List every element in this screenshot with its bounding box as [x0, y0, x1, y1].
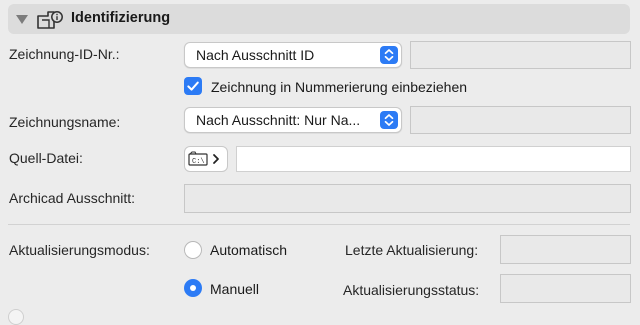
radio-automatic[interactable]: [184, 241, 202, 259]
section-title: Identifizierung: [71, 10, 171, 26]
archicad-view-label: Archicad Ausschnitt:: [9, 190, 136, 206]
include-numbering-label[interactable]: Zeichnung in Nummerierung einbeziehen: [211, 79, 467, 95]
drawing-id-popup[interactable]: Nach Ausschnitt ID: [184, 42, 402, 68]
drawing-id-icon: [35, 9, 65, 31]
archicad-view-field[interactable]: [184, 184, 631, 213]
last-update-field: [500, 235, 631, 264]
drawing-id-popup-value: Nach Ausschnitt ID: [196, 47, 315, 63]
chevron-right-icon: [213, 154, 219, 164]
drive-icon: C:\: [188, 151, 208, 166]
cropped-radio[interactable]: [8, 309, 24, 325]
radio-manual-label[interactable]: Manuell: [210, 281, 259, 297]
drawing-id-label: Zeichnung-ID-Nr.:: [9, 46, 120, 62]
source-path-button[interactable]: C:\: [184, 146, 228, 172]
chevron-updown-icon: [380, 111, 398, 129]
source-file-label: Quell-Datei:: [9, 150, 83, 166]
source-file-path-field[interactable]: [236, 146, 631, 172]
drawing-name-field[interactable]: [410, 106, 631, 134]
update-status-label: Aktualisierungsstatus:: [343, 282, 480, 298]
chevron-updown-icon: [380, 46, 398, 64]
radio-manual[interactable]: [184, 279, 202, 297]
drawing-id-field[interactable]: [410, 41, 631, 69]
disclosure-triangle-icon[interactable]: [16, 15, 28, 24]
drawing-name-popup-value: Nach Ausschnitt: Nur Na...: [196, 112, 361, 128]
update-mode-label: Aktualisierungsmodus:: [9, 242, 150, 258]
radio-automatic-label[interactable]: Automatisch: [210, 242, 287, 258]
divider: [8, 224, 630, 225]
update-status-field: [500, 274, 631, 303]
checkmark-icon: [187, 81, 199, 91]
drawing-name-label: Zeichnungsname:: [9, 114, 121, 130]
last-update-label: Letzte Aktualisierung:: [345, 242, 479, 258]
svg-text:C:\: C:\: [192, 158, 205, 166]
drawing-name-popup[interactable]: Nach Ausschnitt: Nur Na...: [184, 107, 402, 133]
include-numbering-checkbox[interactable]: [184, 77, 202, 95]
